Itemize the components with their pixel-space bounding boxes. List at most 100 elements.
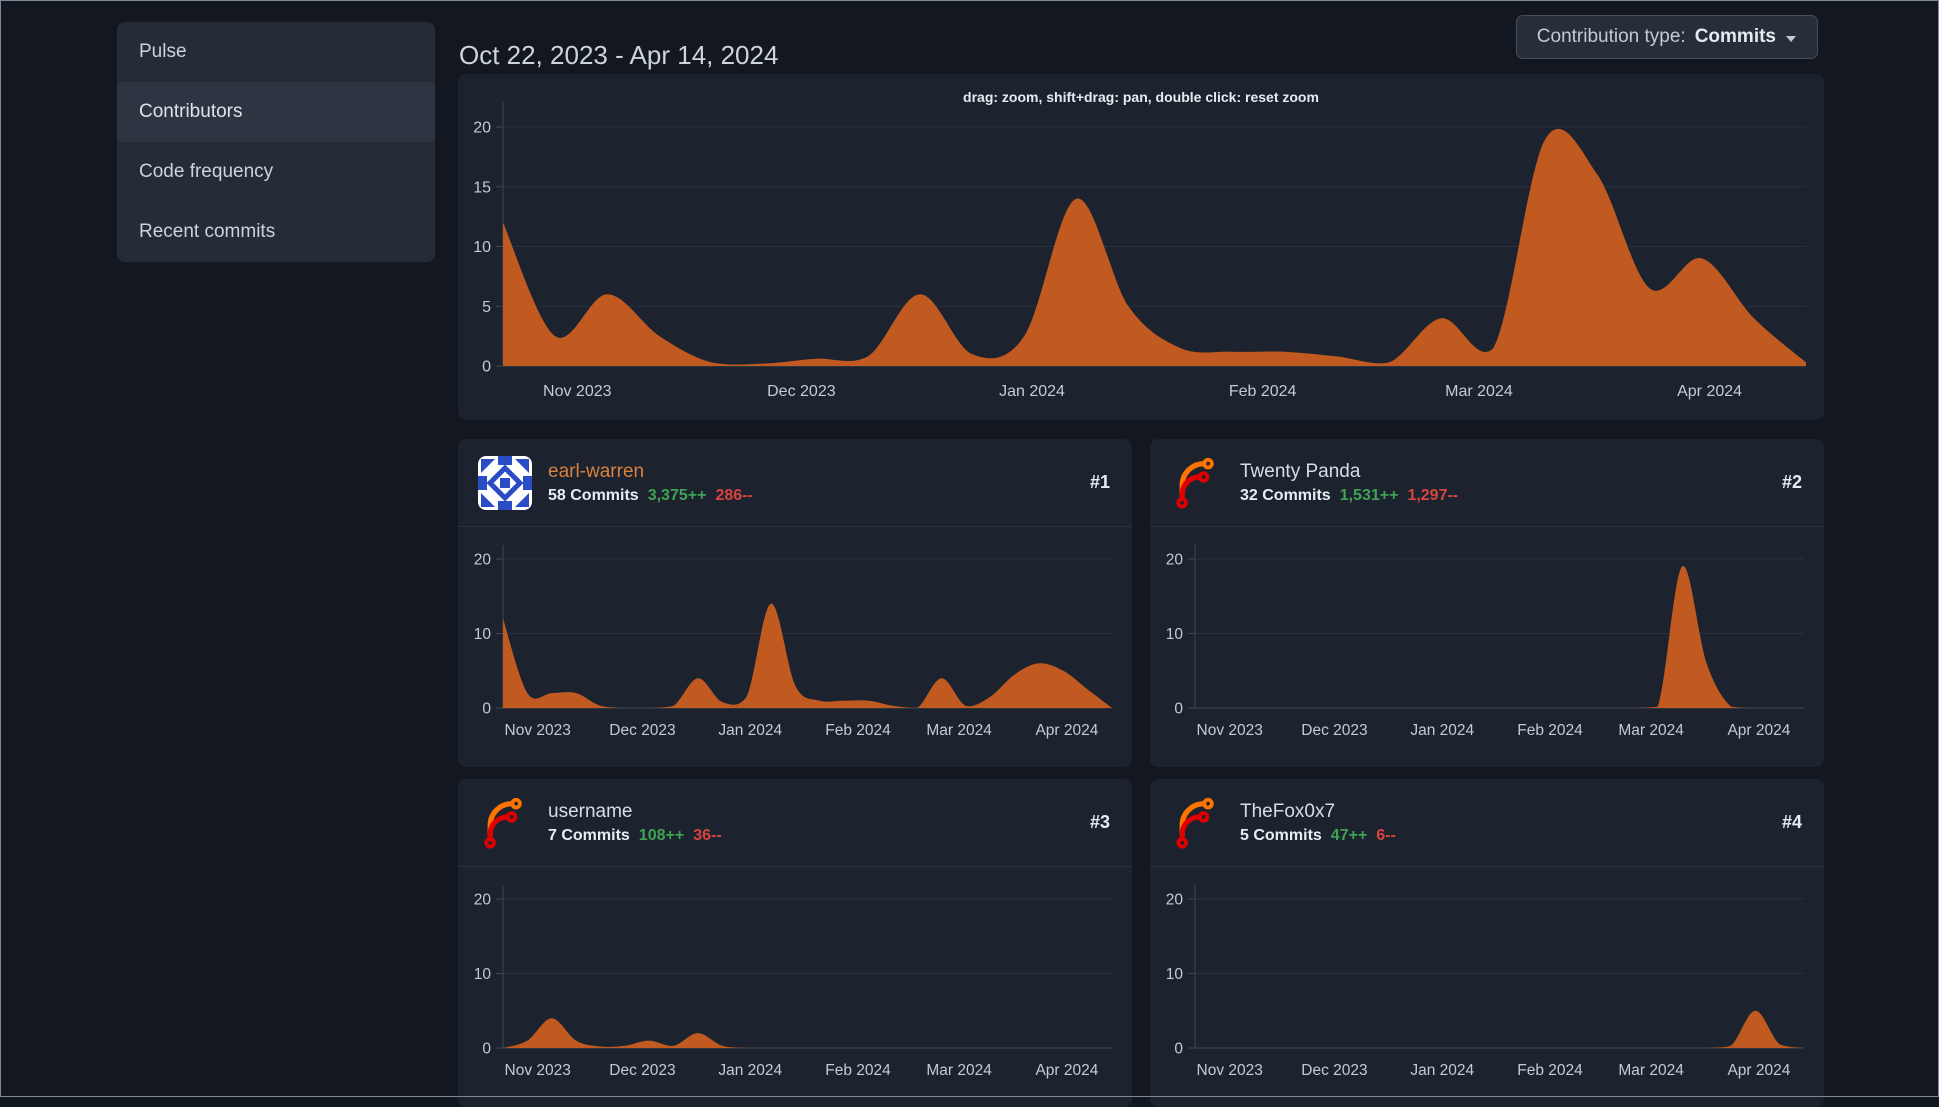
- svg-text:Dec 2023: Dec 2023: [767, 383, 836, 400]
- contributor-name-link[interactable]: earl-warren: [548, 461, 1074, 483]
- svg-text:10: 10: [1166, 626, 1184, 643]
- deletions-count: 36--: [693, 826, 722, 844]
- svg-text:Apr 2024: Apr 2024: [1035, 1062, 1098, 1079]
- deletions-count: 6--: [1376, 826, 1396, 844]
- contributor-card: earl-warren 58 Commits 3,375++ 286-- #1 …: [458, 439, 1132, 767]
- additions-count: 1,531++: [1339, 486, 1399, 504]
- contributor-name-link[interactable]: username: [548, 801, 1074, 823]
- svg-text:20: 20: [1166, 551, 1184, 568]
- svg-text:Nov 2023: Nov 2023: [505, 722, 571, 739]
- sidebar-item-recent-commits[interactable]: Recent commits: [117, 202, 435, 262]
- contributor-card-header: Twenty Panda 32 Commits 1,531++ 1,297-- …: [1150, 439, 1824, 527]
- additions-count: 47++: [1330, 826, 1368, 844]
- svg-text:Jan 2024: Jan 2024: [1410, 1062, 1474, 1079]
- identicon-avatar-icon: [478, 455, 532, 510]
- svg-text:20: 20: [474, 891, 492, 908]
- svg-text:0: 0: [1174, 1040, 1183, 1057]
- caret-down-icon: [1786, 35, 1796, 42]
- overall-contributions-panel: 0 5 10 15 20 Nov 2023 Dec 2023 Jan 2024 Feb 2024…: [458, 74, 1824, 420]
- svg-text:10: 10: [1166, 966, 1184, 983]
- avatar: [1170, 456, 1224, 510]
- svg-text:Feb 2024: Feb 2024: [1517, 722, 1583, 739]
- svg-text:Dec 2023: Dec 2023: [609, 722, 675, 739]
- svg-text:Mar 2024: Mar 2024: [1618, 722, 1684, 739]
- sidebar-item-code-frequency[interactable]: Code frequency: [117, 142, 435, 202]
- svg-text:Apr 2024: Apr 2024: [1677, 383, 1742, 400]
- commits-count: 5 Commits: [1240, 826, 1322, 844]
- contributor-stats: 58 Commits 3,375++ 286--: [548, 487, 1074, 505]
- svg-text:Feb 2024: Feb 2024: [1229, 383, 1297, 400]
- deletions-count: 1,297--: [1407, 486, 1459, 504]
- contributor-stats: 7 Commits 108++ 36--: [548, 827, 1074, 845]
- avatar: [478, 455, 532, 510]
- contribution-type-dropdown[interactable]: Contribution type: Commits: [1515, 15, 1818, 59]
- contributor-mini-chart[interactable]: 0 10 20 Nov 2023 Dec 2023 Jan 2024 Feb 2024 Mar…: [1150, 527, 1824, 767]
- svg-text:20: 20: [1166, 891, 1184, 908]
- svg-text:10: 10: [474, 626, 492, 643]
- svg-text:Feb 2024: Feb 2024: [825, 1062, 891, 1079]
- svg-text:Nov 2023: Nov 2023: [543, 383, 612, 400]
- sidebar-item-contributors[interactable]: Contributors: [117, 82, 435, 142]
- forgejo-logo-icon: [1176, 797, 1214, 849]
- contributor-rank-badge: #4: [1781, 812, 1802, 832]
- svg-text:5: 5: [482, 299, 491, 316]
- svg-text:Apr 2024: Apr 2024: [1727, 722, 1790, 739]
- svg-text:Jan 2024: Jan 2024: [1410, 722, 1474, 739]
- contribution-type-value: Commits: [1694, 26, 1776, 47]
- svg-text:0: 0: [1174, 700, 1183, 717]
- forgejo-logo-icon: [484, 797, 522, 849]
- contributor-card-header: TheFox0x7 5 Commits 47++ 6-- #4: [1150, 779, 1824, 867]
- svg-text:20: 20: [474, 551, 492, 568]
- contributor-stats: 32 Commits 1,531++ 1,297--: [1240, 487, 1766, 505]
- contributor-stats: 5 Commits 47++ 6--: [1240, 827, 1766, 845]
- contributor-cards-grid: earl-warren 58 Commits 3,375++ 286-- #1 …: [458, 439, 1824, 1107]
- svg-text:0: 0: [482, 359, 491, 376]
- svg-text:10: 10: [473, 239, 491, 256]
- contributor-card-header: username 7 Commits 108++ 36-- #3: [458, 779, 1132, 867]
- svg-text:Dec 2023: Dec 2023: [609, 1062, 675, 1079]
- svg-text:10: 10: [474, 966, 492, 983]
- contributor-card: Twenty Panda 32 Commits 1,531++ 1,297-- …: [1150, 439, 1824, 767]
- svg-text:Jan 2024: Jan 2024: [999, 383, 1065, 400]
- svg-text:Jan 2024: Jan 2024: [718, 1062, 782, 1079]
- additions-count: 3,375++: [647, 486, 707, 504]
- avatar: [1170, 796, 1224, 850]
- additions-count: 108++: [638, 826, 685, 844]
- contribution-type-label: Contribution type:: [1536, 26, 1686, 47]
- svg-text:Jan 2024: Jan 2024: [718, 722, 782, 739]
- contributor-mini-chart[interactable]: 0 10 20 Nov 2023 Dec 2023 Jan 2024 Feb 2024 Mar…: [1150, 867, 1824, 1107]
- forgejo-logo-icon: [1176, 457, 1214, 509]
- svg-text:Apr 2024: Apr 2024: [1727, 1062, 1790, 1079]
- commits-count: 7 Commits: [548, 826, 630, 844]
- svg-text:Apr 2024: Apr 2024: [1035, 722, 1098, 739]
- avatar: [478, 796, 532, 850]
- svg-text:Mar 2024: Mar 2024: [926, 722, 992, 739]
- contributor-card: username 7 Commits 108++ 36-- #3 0 10 20 No…: [458, 779, 1132, 1107]
- svg-text:0: 0: [482, 700, 491, 717]
- svg-text:0: 0: [482, 1040, 491, 1057]
- svg-text:Feb 2024: Feb 2024: [1517, 1062, 1583, 1079]
- svg-text:Mar 2024: Mar 2024: [1618, 1062, 1684, 1079]
- contributor-rank-badge: #1: [1089, 472, 1110, 492]
- contributor-mini-chart[interactable]: 0 10 20 Nov 2023 Dec 2023 Jan 2024 Feb 2024 Mar…: [458, 867, 1132, 1107]
- contributor-card: TheFox0x7 5 Commits 47++ 6-- #4 0 10 20 Nov…: [1150, 779, 1824, 1107]
- svg-text:Mar 2024: Mar 2024: [1445, 383, 1513, 400]
- deletions-count: 286--: [715, 486, 753, 504]
- date-range-title: Oct 22, 2023 - Apr 14, 2024: [459, 40, 779, 71]
- svg-text:15: 15: [473, 179, 491, 196]
- contributor-name-link[interactable]: TheFox0x7: [1240, 801, 1766, 823]
- contributor-mini-chart[interactable]: 0 10 20 Nov 2023 Dec 2023 Jan 2024 Feb 2024 Mar…: [458, 527, 1132, 767]
- commits-count: 32 Commits: [1240, 486, 1331, 504]
- contributor-rank-badge: #2: [1781, 472, 1802, 492]
- commits-count: 58 Commits: [548, 486, 639, 504]
- contributions-chart[interactable]: 0 5 10 15 20 Nov 2023 Dec 2023 Jan 2024 Feb 2024…: [458, 74, 1824, 420]
- activity-sidebar-menu: Pulse Contributors Code frequency Recent…: [117, 22, 435, 262]
- svg-text:Nov 2023: Nov 2023: [1197, 1062, 1263, 1079]
- svg-text:Mar 2024: Mar 2024: [926, 1062, 992, 1079]
- svg-text:Dec 2023: Dec 2023: [1301, 1062, 1367, 1079]
- svg-text:Dec 2023: Dec 2023: [1301, 722, 1367, 739]
- contributor-card-header: earl-warren 58 Commits 3,375++ 286-- #1: [458, 439, 1132, 527]
- contributor-name-link[interactable]: Twenty Panda: [1240, 461, 1766, 483]
- sidebar-item-pulse[interactable]: Pulse: [117, 22, 435, 82]
- svg-text:Feb 2024: Feb 2024: [825, 722, 891, 739]
